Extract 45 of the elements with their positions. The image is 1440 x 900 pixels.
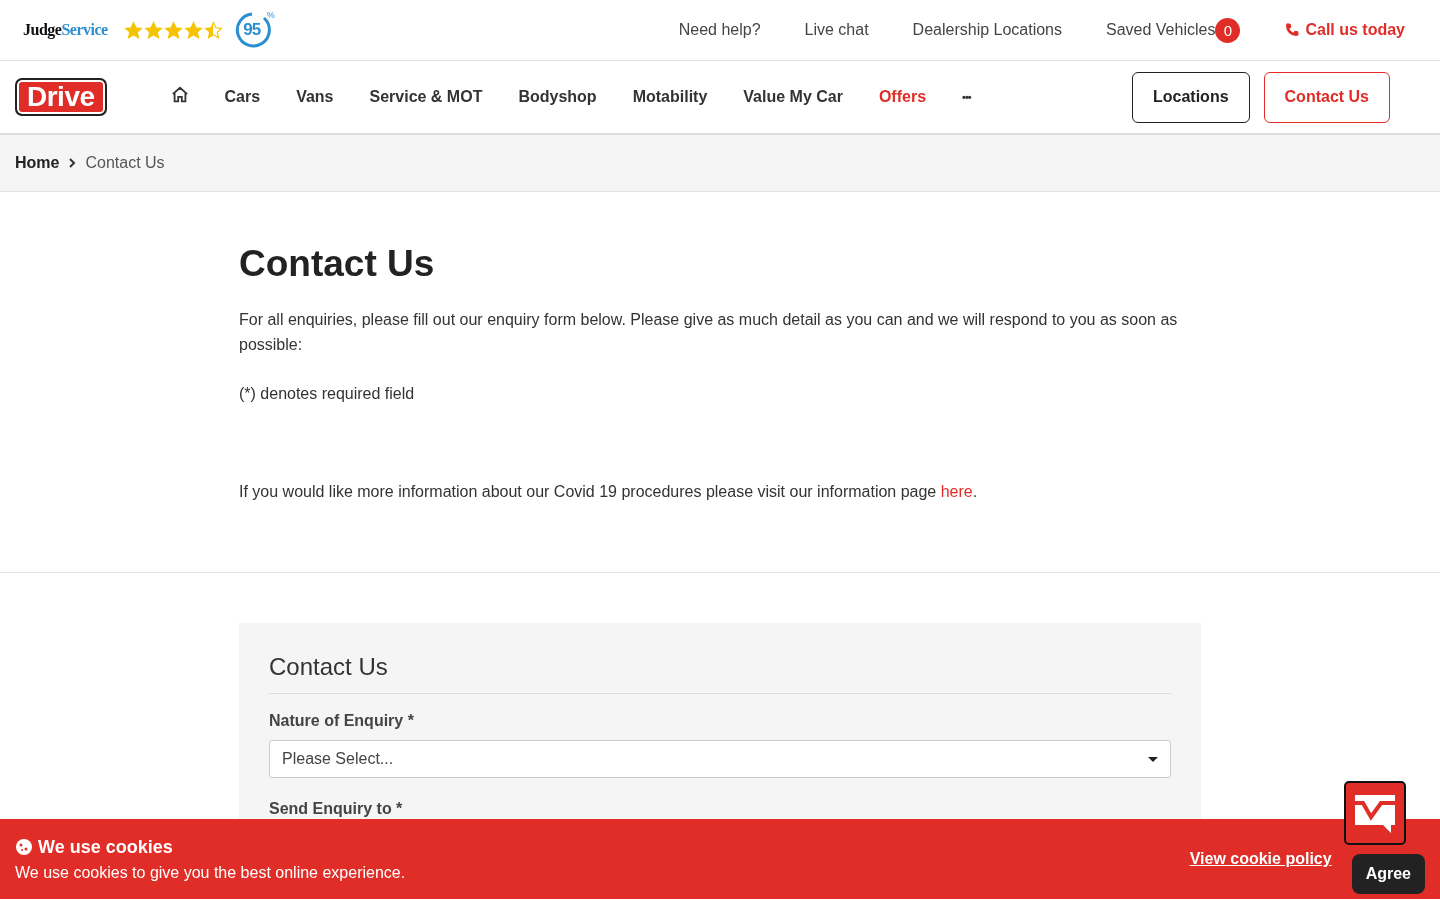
nav-link[interactable]: Service & MOT xyxy=(369,88,483,106)
contact-button[interactable]: Contact Us xyxy=(1263,71,1390,123)
more-menu[interactable]: ••• xyxy=(962,91,971,103)
intro-text: For all enquiries, please fill out our enquiry form below. Please give as much detail as you can and we will respond to you as soon as possible: xyxy=(239,310,1179,355)
locations-button[interactable]: Locations xyxy=(1132,71,1250,123)
drive-logo[interactable]: Drive xyxy=(15,78,107,116)
breadcrumb-link[interactable]: Home xyxy=(15,154,60,172)
saved-vehicles-link[interactable]: Saved Vehicles xyxy=(1106,21,1216,39)
select-field[interactable]: Please Select... xyxy=(269,740,1171,778)
breadcrumb-current: Contact Us xyxy=(85,154,165,172)
star-icon xyxy=(143,20,163,40)
chevron-icon xyxy=(67,157,78,169)
info-link[interactable]: here xyxy=(940,483,973,500)
caret-icon xyxy=(1148,756,1158,762)
top-link[interactable]: Live chat xyxy=(804,21,869,39)
nav-link[interactable]: Bodyshop xyxy=(518,88,597,106)
required-note: (*) denotes required field xyxy=(239,384,416,404)
phone-icon xyxy=(1284,22,1301,38)
top-link[interactable]: Need help? xyxy=(678,21,761,39)
cookie-icon xyxy=(15,838,33,856)
covid-text: If you would like more information about our Covid 19 procedures please visit our information page here. xyxy=(239,482,979,502)
field-label: Nature of Enquiry * xyxy=(269,712,415,730)
home-icon xyxy=(170,86,189,104)
percent-text: % xyxy=(266,11,275,20)
judgeservice-logo: JudgeService xyxy=(23,21,108,39)
cookie-text: We use cookies to give you the best online experience. xyxy=(15,863,407,882)
star-icon xyxy=(183,20,203,40)
star-icon xyxy=(123,20,143,40)
score-text: 95 xyxy=(243,20,261,40)
cookie-title: We use cookies xyxy=(38,836,173,858)
top-link[interactable]: Dealership Locations xyxy=(912,21,1062,39)
cookie-policy-link[interactable]: View cookie policy xyxy=(1189,850,1332,868)
nav-link[interactable]: Offers xyxy=(878,88,927,106)
call-link[interactable]: Call us today xyxy=(1284,21,1405,39)
field-label: Send Enquiry to * xyxy=(269,800,404,818)
star-icon xyxy=(163,20,183,40)
nav-link[interactable]: Vans xyxy=(296,88,334,106)
agree-button[interactable]: Agree xyxy=(1351,854,1425,894)
page-title: Contact Us xyxy=(239,242,436,286)
nav-link[interactable]: Value My Car xyxy=(743,88,843,106)
nav-link[interactable]: Motability xyxy=(632,88,708,106)
count-badge: 0 xyxy=(1215,17,1241,43)
star-icon xyxy=(203,20,223,40)
form-title: Contact Us xyxy=(269,653,1171,694)
nav-link[interactable]: Cars xyxy=(224,88,261,106)
